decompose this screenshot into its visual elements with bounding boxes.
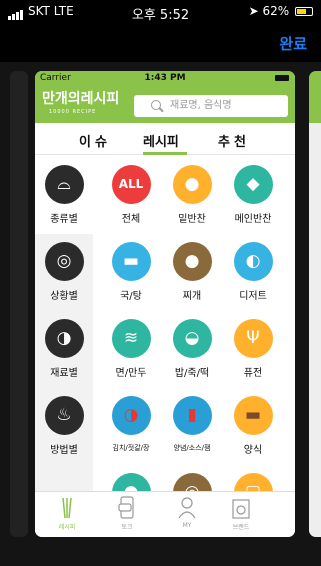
sidebar-item-label: 방법별	[50, 445, 78, 456]
search-icon	[151, 100, 161, 110]
category-fusion[interactable]: Ψ 퓨전	[221, 319, 285, 379]
category-side-dish[interactable]: ● 밑반찬	[160, 165, 224, 225]
category-label: 밑반찬	[178, 214, 206, 225]
shrimp-icon: ◑	[44, 319, 84, 358]
battery-percent: 62%	[262, 4, 290, 18]
category-stew[interactable]: ● 찌개	[160, 242, 224, 302]
all-icon: ALL	[111, 165, 151, 204]
nav-label: 레시피	[58, 524, 76, 531]
meat-dish-icon: ◆	[233, 165, 273, 204]
pot-icon: ▬	[111, 242, 151, 281]
search-placeholder: 재료명, 음식명	[170, 100, 232, 111]
category-label: 밥/죽/떡	[174, 368, 210, 379]
app-logo-subtitle: 10000 RECIPE	[49, 109, 97, 115]
category-western[interactable]: ▬ 양식	[221, 396, 285, 456]
stew-pot-icon: ●	[172, 242, 212, 281]
category-dessert[interactable]: ◐ 디저트	[221, 242, 285, 302]
category-label: 찌개	[182, 291, 202, 302]
phone-chat-icon	[116, 496, 138, 520]
tab-issue[interactable]: 이슈	[79, 131, 111, 150]
category-label: 퓨전	[243, 368, 263, 379]
noodle-bowl-icon: ≋	[111, 319, 151, 358]
app-clock: 1:43 PM	[144, 73, 186, 83]
category-grid: ⌓ 종류별 ◎ 상황별 ◑ 재료별 ♨ 방법별 ALL 전체 ● 밑반찬 ◆ 메…	[35, 155, 295, 512]
store-icon	[230, 496, 252, 520]
category-label: 디저트	[239, 291, 267, 302]
steak-icon: ▬	[233, 396, 273, 435]
category-sauce[interactable]: ▮ 양념/소스/잼	[160, 396, 224, 453]
shrimp-red-icon: ◑	[111, 396, 151, 435]
category-label: 김치/젓갈/장	[112, 444, 150, 452]
category-soup[interactable]: ▬ 국/탕	[99, 242, 163, 302]
category-noodle[interactable]: ≋ 면/만두	[99, 319, 163, 379]
grill-icon: ♨	[44, 396, 84, 435]
nav-recipe[interactable]: 레시피	[41, 496, 93, 531]
tab-recipe[interactable]: 레시피	[143, 131, 179, 150]
sidebar-item-ingredient[interactable]: ◑ 재료별	[35, 319, 96, 379]
sidebar-item-type[interactable]: ⌓ 종류별	[35, 165, 96, 225]
fried-egg-icon: ●	[172, 165, 212, 204]
category-main-dish[interactable]: ◆ 메인반찬	[221, 165, 285, 225]
app-logo: 만개의레시피	[42, 91, 120, 107]
location-icon: ➤	[248, 4, 259, 18]
nav-label: 토크	[121, 524, 133, 531]
sidebar-item-label: 재료별	[50, 368, 78, 379]
search-input[interactable]: 재료명, 음식명	[134, 95, 288, 117]
fork-icon	[56, 496, 78, 520]
next-app-card[interactable]	[309, 71, 321, 537]
tab-recommend[interactable]: 추천	[218, 131, 250, 150]
bottom-navigation: 레시피 토크 MY 브랜드	[35, 491, 295, 537]
sidebar-item-label: 상황별	[50, 291, 78, 302]
nav-brand[interactable]: 브랜드	[215, 496, 267, 531]
done-button[interactable]: 완료	[279, 33, 307, 54]
roll-cake-icon: ◐	[233, 242, 273, 281]
category-label: 양식	[243, 445, 263, 456]
sidebar-item-label: 종류별	[50, 214, 78, 225]
sidebar-item-method[interactable]: ♨ 방법별	[35, 396, 96, 456]
app-card[interactable]: Carrier 1:43 PM 만개의레시피 10000 RECIPE 재료명,…	[35, 71, 295, 537]
nav-label: 브랜드	[232, 524, 250, 531]
system-status-bar: SKT LTE 오후 5:52 ➤ 62%	[0, 0, 321, 23]
battery-indicator: ➤ 62%	[249, 4, 313, 18]
rice-bowl-icon: ◒	[172, 319, 212, 358]
category-label: 양념/소스/잼	[173, 444, 211, 452]
battery-icon	[295, 7, 313, 16]
plate-icon: ◎	[44, 242, 84, 281]
tab-bar: 이슈 레시피 추천	[35, 123, 295, 155]
sidebar-item-situation[interactable]: ◎ 상황별	[35, 242, 96, 302]
nav-my[interactable]: MY	[161, 496, 213, 529]
category-kimchi[interactable]: ◑ 김치/젓갈/장	[99, 396, 163, 453]
category-rice[interactable]: ◒ 밥/죽/떡	[160, 319, 224, 379]
person-icon	[176, 496, 198, 520]
category-label: 전체	[121, 214, 141, 225]
sausage-icon: Ψ	[233, 319, 273, 358]
category-label: 국/탕	[120, 291, 142, 302]
app-status-bar: Carrier 1:43 PM	[35, 71, 295, 87]
app-header: 만개의레시피 10000 RECIPE 재료명, 음식명	[35, 87, 295, 123]
category-all[interactable]: ALL 전체	[99, 165, 163, 225]
nav-talk[interactable]: 토크	[101, 496, 153, 531]
category-label: 면/만두	[115, 368, 147, 379]
app-battery-icon	[275, 75, 289, 81]
previous-app-card[interactable]	[10, 71, 28, 537]
nav-label: MY	[182, 522, 192, 529]
category-label: 메인반찬	[234, 214, 272, 225]
bowl-icon: ⌓	[44, 165, 84, 204]
jam-jar-icon: ▮	[172, 396, 212, 435]
